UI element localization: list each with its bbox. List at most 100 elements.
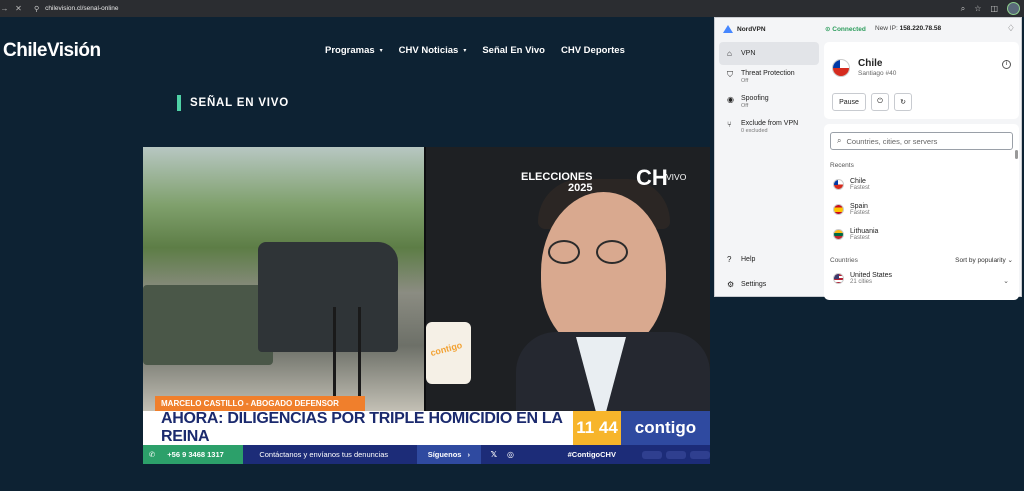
sidebar-label: Settings (741, 281, 767, 288)
mic-label: contigo (429, 339, 464, 359)
follow-text: Síguenos (427, 450, 462, 459)
nav-item-programas[interactable]: Programas ▾ (325, 45, 383, 56)
social-icons: 𝕏 ◎ (481, 450, 568, 459)
zoom-icon[interactable]: ⌕ (961, 4, 965, 14)
instagram-icon: ◎ (507, 450, 514, 459)
nav-label: CHV Noticias (398, 45, 459, 56)
nav-item-chv-noticias[interactable]: CHV Noticias ▾ (399, 45, 467, 56)
search-placeholder: Countries, cities, or servers (846, 136, 938, 146)
site-logo[interactable]: ChileVisión (3, 40, 101, 62)
vpn-sidebar-bottom: ? Help ⚙ Settings (719, 248, 819, 298)
ip-label: New IP: (875, 25, 898, 32)
sidebar-label: Help (741, 256, 756, 263)
recent-sub: Fastest (850, 210, 870, 216)
sidebar-label: Threat Protection (741, 70, 795, 77)
ip-value: 158.220.78.58 (899, 25, 942, 32)
server-browser: ⌕ Countries, cities, or servers Recents … (824, 124, 1019, 300)
video-scene-left (143, 147, 426, 412)
gear-icon: ⚙ (727, 280, 735, 289)
server-search-input[interactable]: ⌕ Countries, cities, or servers (830, 132, 1013, 150)
info-icon[interactable]: i (1002, 60, 1011, 69)
whatsapp-icon: ✆ (149, 450, 156, 459)
browser-toolbar: → ✕ ⚲ chilevision.cl/senal-online ⌕ ☆ ◫ (0, 0, 1024, 17)
live-badge: VIVO (666, 172, 687, 182)
show-logo: contigo (621, 411, 710, 445)
chile-flag-icon (833, 179, 844, 190)
reconnect-icon[interactable]: ↻ (894, 93, 912, 111)
nav-label: CHV Deportes (560, 45, 625, 56)
bookmark-star-icon[interactable]: ☆ (974, 4, 981, 13)
search-icon: ⌕ (837, 136, 842, 145)
sidebar-item-threat-protection[interactable]: ⛉ Threat Protection Off (719, 67, 819, 90)
address-bar[interactable]: ⚲ chilevision.cl/senal-online (28, 2, 1010, 15)
nav-item-chv-deportes[interactable]: CHV Deportes (561, 45, 625, 56)
status-text: Connected (832, 26, 866, 33)
current-server-card: Chile Santiago #40 i Pause ⏻ ↻ (824, 42, 1019, 119)
x-icon: 𝕏 (490, 450, 498, 459)
spain-flag-icon (833, 204, 844, 215)
scene-tripod (333, 307, 361, 407)
sidebar-item-settings[interactable]: ⚙ Settings (719, 273, 819, 296)
news-ticker: ✆ +56 9 3468 1317 Contáctanos y envíanos… (143, 445, 710, 464)
whatsapp-number: +56 9 3468 1317 (167, 450, 224, 459)
connection-controls: Pause ⏻ ↻ (832, 93, 1011, 111)
chevron-down-icon: ▾ (463, 48, 467, 54)
whatsapp-contact: ✆ +56 9 3468 1317 (143, 445, 244, 464)
lithuania-flag-icon (833, 229, 844, 240)
help-icon: ? (727, 255, 732, 264)
chevron-down-icon: ⌄ (1007, 257, 1013, 264)
recent-name: Lithuania (850, 228, 879, 235)
current-country: Chile Santiago #40 i (832, 50, 1011, 85)
scene-truck (143, 285, 273, 365)
sidebar-item-spoofing[interactable]: ◉ Spoofing Off (719, 92, 819, 115)
recent-sub: Fastest (850, 185, 870, 191)
sidebar-item-vpn[interactable]: ⌂ VPN (719, 42, 819, 65)
recents-label: Recents (830, 162, 854, 169)
recent-name: Spain (850, 203, 868, 210)
bell-icon[interactable]: ♢ (1007, 23, 1015, 34)
split-tunnel-icon: ⑂ (727, 120, 732, 129)
sidebar-item-help[interactable]: ? Help (719, 248, 819, 271)
check-circle-icon: ⊙ (825, 26, 831, 33)
nav-label: Señal En Vivo (482, 45, 545, 56)
shield-icon: ⛉ (727, 70, 733, 79)
power-icon[interactable]: ⏻ (871, 93, 889, 111)
site-info-icon[interactable]: ⚲ (34, 5, 39, 13)
pause-button[interactable]: Pause (832, 93, 866, 111)
page-title-text: SEÑAL EN VIVO (190, 97, 290, 109)
extensions-icon[interactable]: ◫ (990, 4, 998, 13)
main-nav: Programas ▾ CHV Noticias ▾ Señal En Vivo… (325, 45, 641, 56)
elections-year: 2025 (568, 182, 593, 194)
back-icon[interactable]: → (0, 4, 9, 13)
nav-item-senal-en-vivo[interactable]: Señal En Vivo (482, 45, 545, 56)
scrollbar[interactable] (1015, 150, 1018, 159)
recent-item-spain[interactable]: Spain Fastest (830, 200, 1013, 219)
country-name: United States (850, 272, 893, 279)
recent-item-chile[interactable]: Chile Fastest (830, 175, 1013, 194)
countries-label: Countries (830, 256, 858, 264)
sidebar-item-exclude[interactable]: ⑂ Exclude from VPN 0 excluded (719, 117, 819, 140)
title-accent-bar (177, 95, 181, 111)
recent-item-lithuania[interactable]: Lithuania Fastest (830, 225, 1013, 244)
home-icon: ⌂ (727, 49, 732, 58)
nordvpn-extension-icon[interactable] (1007, 2, 1020, 15)
close-tab-icon[interactable]: ✕ (14, 4, 23, 13)
nordvpn-mountain-icon (723, 25, 733, 33)
eye-off-icon: ◉ (727, 95, 734, 104)
scene-face (541, 192, 666, 352)
chevron-down-icon[interactable]: ⌄ (1003, 277, 1009, 285)
current-server-name: Santiago #40 (858, 70, 897, 77)
live-video-player[interactable]: contigo ELECCIONES 2025 CH VIVO MARCELO … (143, 147, 710, 464)
vpn-header: NordVPN ⊙ Connected New IP: 158.220.78.5… (715, 18, 1021, 40)
scene-glasses (548, 240, 658, 265)
country-item-united-states[interactable]: United States 21 cities ⌄ (830, 272, 1013, 285)
hashtag: #ContigoCHV (567, 450, 616, 459)
chevron-right-icon: › (467, 450, 470, 459)
scene-microphone: contigo (426, 322, 471, 384)
recent-sub: Fastest (850, 235, 870, 241)
chile-flag-icon (832, 58, 850, 77)
sort-dropdown[interactable]: Sort by popularity ⌄ (955, 256, 1013, 264)
vpn-sidebar: ⌂ VPN ⛉ Threat Protection Off ◉ Spoofing… (719, 42, 819, 142)
elections-overlay: ELECCIONES 2025 (521, 172, 593, 194)
sort-label: Sort by popularity (955, 257, 1006, 264)
